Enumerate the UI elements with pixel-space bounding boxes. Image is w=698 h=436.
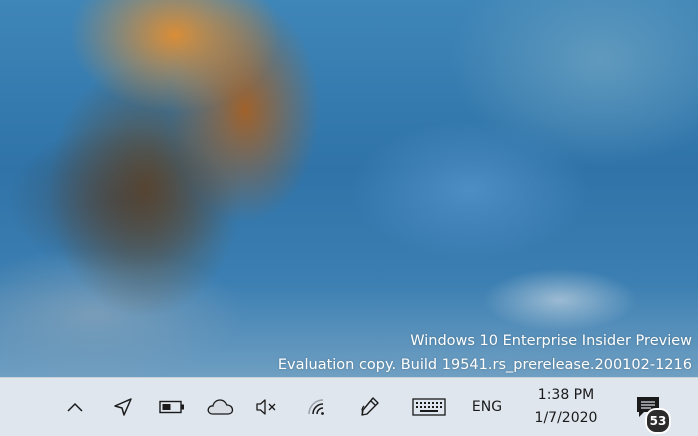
desktop-screen: Windows 10 Enterprise Insider Preview Ev… <box>0 0 698 436</box>
taskbar: ENG 1:38 PM 1/7/2020 53 <box>0 377 698 436</box>
keyboard-icon <box>412 398 446 416</box>
location-button[interactable] <box>108 378 138 436</box>
onedrive-button[interactable] <box>204 378 236 436</box>
wifi-icon <box>308 399 324 415</box>
action-center-button[interactable]: 53 <box>626 378 678 436</box>
location-arrow-icon <box>114 398 132 416</box>
cloud-icon <box>207 399 234 415</box>
watermark-line-edition: Windows 10 Enterprise Insider Preview <box>410 333 692 349</box>
clock-time: 1:38 PM <box>537 387 595 403</box>
pen-workspace-button[interactable] <box>354 378 384 436</box>
show-hidden-icons-button[interactable] <box>60 378 90 436</box>
chevron-up-icon <box>67 402 83 412</box>
input-language-button[interactable]: ENG <box>462 378 512 436</box>
touch-keyboard-button[interactable] <box>410 378 448 436</box>
pen-icon <box>361 397 379 416</box>
notification-count-badge: 53 <box>645 408 671 434</box>
watermark-line-build: Evaluation copy. Build 19541.rs_prerelea… <box>277 357 692 373</box>
clock-date: 1/7/2020 <box>534 410 598 426</box>
network-button[interactable] <box>302 378 332 436</box>
evaluation-watermark: Windows 10 Enterprise Insider Preview Ev… <box>278 329 692 377</box>
battery-button[interactable] <box>156 378 188 436</box>
desktop-wallpaper: Windows 10 Enterprise Insider Preview Ev… <box>0 0 698 377</box>
clock-button[interactable]: 1:38 PM 1/7/2020 <box>518 378 614 436</box>
battery-icon <box>159 400 184 414</box>
speaker-mute-icon <box>256 399 276 415</box>
volume-button[interactable] <box>252 378 282 436</box>
